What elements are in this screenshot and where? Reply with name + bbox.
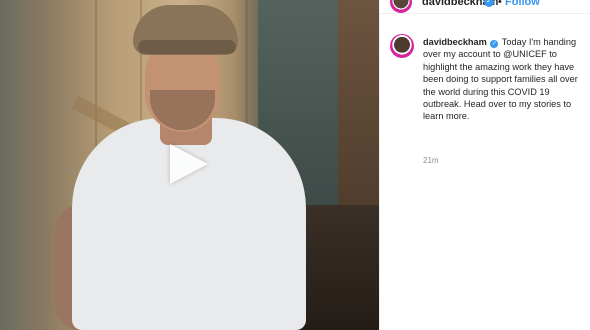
follow-button[interactable]: Follow (505, 0, 540, 8)
header-separator: • (498, 0, 502, 8)
caption-username[interactable]: davidbeckham (423, 37, 487, 47)
post-header: davidbeckham ✓ • Follow (380, 0, 590, 14)
caption-text: Today I'm handing over my account to @UN… (423, 37, 578, 122)
avatar[interactable] (390, 0, 412, 13)
subject-cap-brim (138, 40, 236, 54)
post-sidebar: davidbeckham ✓ • Follow davidbeckham ✓ T… (379, 0, 590, 330)
video-player[interactable] (0, 0, 379, 330)
caption-body: davidbeckham ✓ Today I'm handing over my… (423, 36, 581, 123)
play-icon[interactable] (170, 144, 208, 184)
post-timestamp[interactable]: 21m (423, 156, 439, 165)
verified-badge-icon: ✓ (490, 40, 499, 48)
avatar[interactable] (390, 34, 414, 58)
